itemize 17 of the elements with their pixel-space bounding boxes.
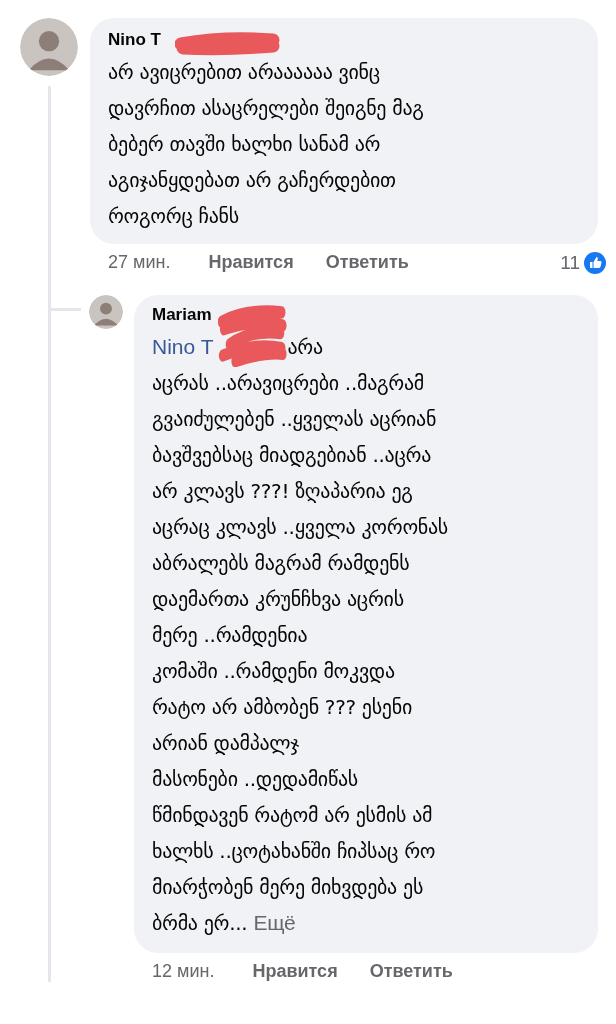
thumbs-up-icon[interactable]	[584, 251, 606, 274]
mention-link[interactable]: Nino T	[152, 335, 214, 359]
reply-link[interactable]: Ответить	[325, 252, 409, 273]
author-name[interactable]: Nino T	[108, 30, 161, 50]
like-link[interactable]: Нравится	[252, 961, 338, 982]
timestamp[interactable]: 27 мин.	[108, 252, 171, 273]
reply-link[interactable]: Ответить	[369, 961, 453, 982]
reaction-count: 11	[560, 251, 580, 274]
comment-text: აცრას ..არავიცრები ..მაგრამ გვაიძულებენ ..ყველას აცრიან ბავშვებსაც მიადგებიან ..აცრა არ კლავს ???! ზღაპარია ეგ აცრაც კლავს ..ყველა კორონას აბრალებს მაგრამ რამდენს დაემართა კრუნჩხვა აცრის მერე ..რამდენია კომაში ..რამდენი მოკვდა რატო არ ამბობენ ??? ესენი არიან დამპალჯ მასონები ..დედამიწას წმინდავენ რატომ არ ესმის ამ ხალხს ..ცოტახანში ჩიპსაც რო მიარჭობენ მერე მიხვდება ეს ბრმა ერ... Ещё	[152, 370, 449, 937]
avatar[interactable]	[20, 18, 78, 76]
avatar[interactable]	[89, 295, 123, 329]
comment-text: არ ავიცრებით არაააააა ვინც დავრჩით ასაცრელები შეიგნე მაგ ბებერ თავში ხალხი სანამ არ აგიჯანყდებათ არ გაჩერდებით როგორც ჩანს	[108, 59, 425, 230]
like-link[interactable]: Нравится	[208, 252, 294, 273]
see-more-link[interactable]: Ещё	[253, 911, 296, 934]
comment-text: არა	[287, 334, 323, 361]
author-name[interactable]: Mariam	[152, 305, 212, 325]
timestamp[interactable]: 12 мин.	[152, 961, 215, 982]
